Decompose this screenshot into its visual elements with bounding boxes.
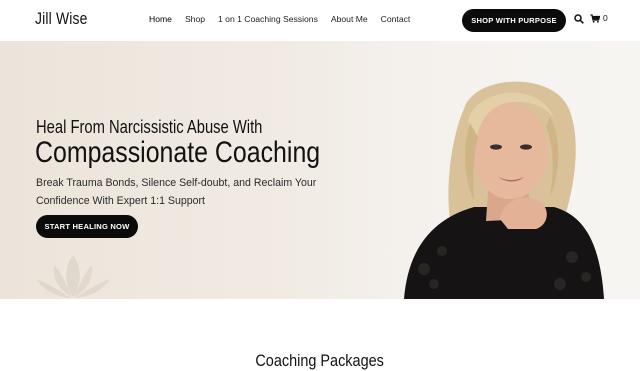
menu-item-contact[interactable]: Contact bbox=[381, 14, 411, 24]
cart-count: 0 bbox=[603, 13, 608, 23]
lotus-icon bbox=[36, 255, 110, 298]
hero-heading-small: Heal From Narcissistic Abuse With bbox=[36, 117, 263, 137]
menu-item-home[interactable]: Home bbox=[149, 14, 172, 24]
main-menu: Home Shop 1 on 1 Coaching Sessions About… bbox=[149, 14, 423, 24]
start-healing-button[interactable]: START HEALING NOW bbox=[36, 215, 138, 238]
cart-icon bbox=[590, 13, 600, 23]
shop-with-purpose-button[interactable]: SHOP WITH PURPOSE bbox=[462, 9, 566, 32]
top-navigation: Jill Wise Home Shop 1 on 1 Coaching Sess… bbox=[0, 0, 640, 41]
search-icon[interactable] bbox=[574, 14, 584, 24]
hero-section: Heal From Narcissistic Abuse With Compas… bbox=[0, 41, 640, 299]
menu-item-coaching-sessions[interactable]: 1 on 1 Coaching Sessions bbox=[218, 14, 318, 24]
coach-portrait bbox=[404, 81, 604, 299]
cart-button[interactable]: 0 bbox=[590, 13, 608, 23]
coaching-packages-title: Coaching Packages bbox=[0, 351, 640, 371]
site-logo[interactable]: Jill Wise bbox=[35, 9, 88, 29]
hero-heading-large: Compassionate Coaching bbox=[35, 136, 321, 169]
coaching-packages-title-text: Coaching Packages bbox=[255, 351, 385, 370]
hero-subtext: Break Trauma Bonds, Silence Self-doubt, … bbox=[36, 177, 317, 207]
menu-item-shop[interactable]: Shop bbox=[185, 14, 205, 24]
menu-item-about[interactable]: About Me bbox=[331, 14, 368, 24]
